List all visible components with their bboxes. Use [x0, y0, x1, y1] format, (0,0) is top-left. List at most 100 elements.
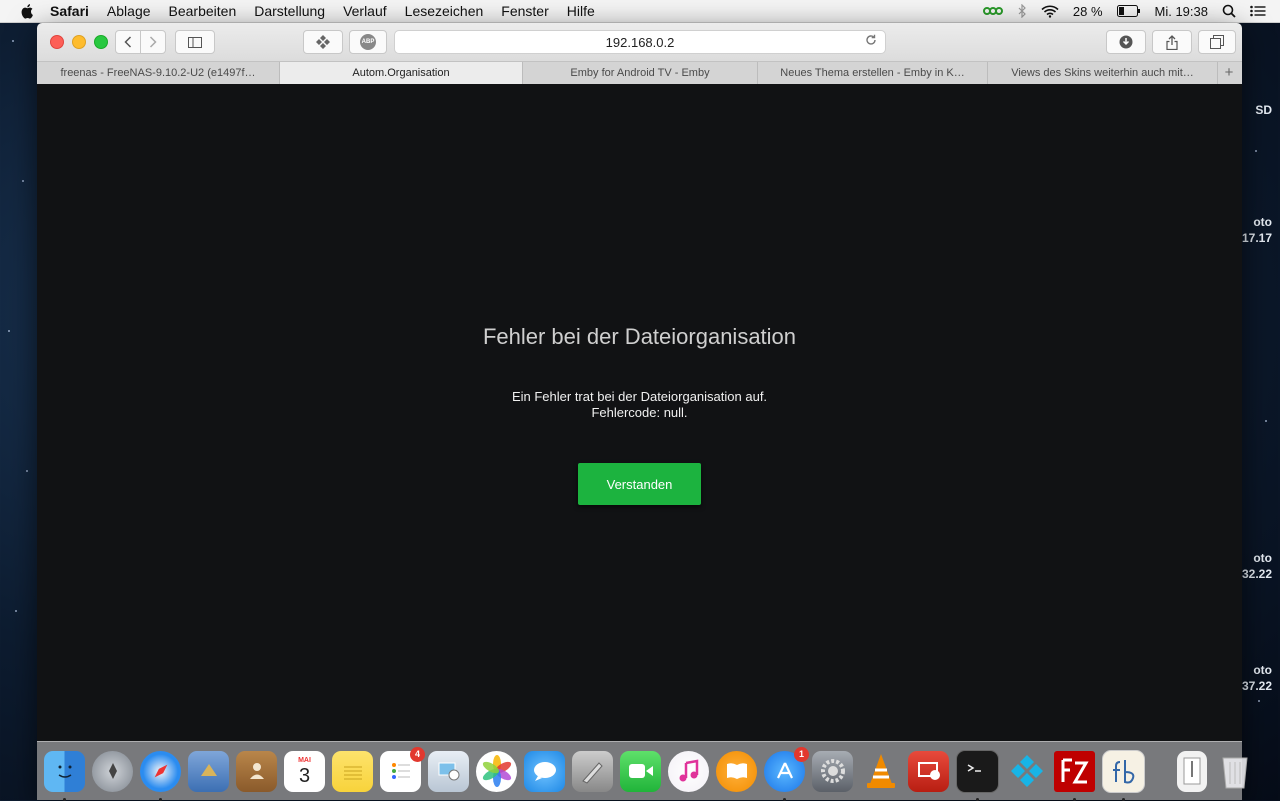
dialog-message: Ein Fehler trat bei der Dateiorganisatio…: [37, 389, 1242, 421]
desktop-item-label-line: 32.22: [1241, 567, 1272, 581]
address-bar-url: 192.168.0.2: [605, 34, 675, 50]
messages-icon[interactable]: [524, 750, 565, 792]
filezilla-icon[interactable]: [1054, 750, 1095, 801]
calendar-day: 3: [298, 764, 311, 787]
fz-logo-icon: [1061, 758, 1089, 784]
adblock-extension-button[interactable]: ABP: [349, 30, 387, 54]
tab-emby-android-tv[interactable]: Emby for Android TV - Emby: [523, 62, 758, 84]
desktop-item-label-line: oto: [1253, 551, 1272, 565]
notes-icon[interactable]: [332, 750, 373, 792]
prompt-icon: [967, 764, 981, 772]
fb-app-icon[interactable]: [1102, 749, 1145, 801]
menu-fenster[interactable]: Fenster: [501, 3, 548, 19]
safari-dock-icon[interactable]: [140, 750, 181, 801]
utility-app-icon[interactable]: [572, 750, 613, 792]
photos-stack-icon: [438, 762, 459, 781]
trash-can-icon: [1221, 757, 1248, 789]
spotlight-icon[interactable]: [1222, 4, 1236, 18]
desktop-item-label: oto 32.22: [1242, 550, 1272, 582]
launchpad-icon[interactable]: [92, 750, 133, 792]
notification-center-icon[interactable]: [1250, 5, 1266, 17]
tab-views-des-skins[interactable]: Views des Skins weiterhin auch mit…: [988, 62, 1218, 84]
preview-icon[interactable]: [428, 750, 469, 792]
kodi-icon: [316, 35, 330, 49]
chevron-left-icon: [124, 36, 132, 48]
new-tab-button[interactable]: +: [1218, 62, 1240, 84]
confirm-button[interactable]: Verstanden: [578, 463, 701, 505]
sidebar-toggle-button[interactable]: [175, 30, 215, 54]
running-indicator: [159, 797, 162, 801]
system-preferences-icon[interactable]: [812, 750, 853, 792]
minimize-window-button[interactable]: [72, 35, 86, 49]
menubar: Safari Ablage Bearbeiten Darstellung Ver…: [0, 0, 1280, 23]
stamp-icon: [200, 764, 217, 776]
flower-icon: [482, 755, 511, 787]
facetime-icon[interactable]: [620, 750, 661, 792]
photos-icon[interactable]: [476, 750, 517, 792]
kodi-dock-icon[interactable]: [1006, 751, 1047, 792]
chevron-right-icon: [149, 36, 157, 48]
calendar-icon[interactable]: MAI 3: [284, 750, 325, 792]
window-controls: [50, 35, 108, 49]
vlc-icon[interactable]: [860, 751, 901, 792]
battery-icon[interactable]: [1116, 5, 1141, 17]
tab-autom-organisation[interactable]: Autom.Organisation: [280, 62, 523, 84]
wifi-icon[interactable]: [1041, 5, 1059, 18]
document-icon: [1183, 757, 1201, 785]
reload-icon[interactable]: [865, 34, 877, 46]
menu-app-name[interactable]: Safari: [50, 3, 89, 19]
gear-icon: [820, 759, 845, 783]
forward-button[interactable]: [140, 30, 166, 54]
address-bar[interactable]: 192.168.0.2: [394, 30, 886, 54]
share-button[interactable]: [1152, 30, 1192, 54]
app-store-icon[interactable]: 1: [764, 746, 809, 801]
bluetooth-icon[interactable]: [1017, 4, 1027, 18]
traffic-cone-icon: [866, 754, 895, 788]
tab-overview-button[interactable]: [1198, 30, 1236, 54]
close-window-button[interactable]: [50, 35, 64, 49]
back-button[interactable]: [115, 30, 141, 54]
tab-freenas[interactable]: freenas - FreeNAS-9.10.2-U2 (e1497f…: [37, 62, 280, 84]
app-store-badge: 1: [794, 746, 809, 762]
dialog-error-code: Fehlercode: null.: [591, 405, 688, 420]
compass-icon: [154, 764, 167, 778]
running-indicator: [1122, 797, 1125, 801]
running-indicator: [976, 797, 979, 801]
desktop-item-label: oto 37.22: [1242, 662, 1272, 694]
status-link-icon[interactable]: [982, 5, 1003, 17]
contacts-icon[interactable]: [236, 750, 277, 792]
trash-icon[interactable]: [1214, 751, 1255, 792]
downloads-stack-icon[interactable]: [1177, 750, 1207, 792]
desktop-item-label-line: oto: [1253, 663, 1272, 677]
menu-bearbeiten[interactable]: Bearbeiten: [169, 3, 237, 19]
sidebar-icon: [188, 36, 202, 48]
reminders-icon[interactable]: 4: [380, 746, 425, 792]
menu-lesezeichen[interactable]: Lesezeichen: [405, 3, 484, 19]
page-content: Fehler bei der Dateiorganisation Ein Feh…: [37, 84, 1242, 800]
mail-bird-icon[interactable]: [188, 750, 229, 792]
remote-screen-icon: [917, 762, 940, 780]
finder-icon[interactable]: [44, 750, 85, 801]
menu-hilfe[interactable]: Hilfe: [567, 3, 595, 19]
tab-neues-thema[interactable]: Neues Thema erstellen - Emby in K…: [758, 62, 988, 84]
zoom-window-button[interactable]: [94, 35, 108, 49]
apple-icon[interactable]: [20, 3, 36, 19]
person-icon: [249, 763, 264, 779]
menubar-clock[interactable]: Mi. 19:38: [1155, 4, 1208, 19]
kodi-logo-icon: [1010, 755, 1043, 787]
battery-percent[interactable]: 28 %: [1073, 4, 1103, 19]
terminal-icon[interactable]: [956, 749, 999, 801]
safari-toolbar: ABP 192.168.0.2: [37, 23, 1242, 61]
adblock-icon: ABP: [360, 34, 376, 50]
screen-sharing-icon[interactable]: [908, 750, 949, 792]
ibooks-icon[interactable]: [716, 750, 757, 792]
dialog-message-line: Ein Fehler trat bei der Dateiorganisatio…: [511, 389, 768, 404]
menu-verlauf[interactable]: Verlauf: [343, 3, 387, 19]
desktop-item-label: oto 17.17: [1242, 214, 1272, 246]
menu-ablage[interactable]: Ablage: [107, 3, 151, 19]
desktop-item-label: SD: [1255, 103, 1272, 117]
itunes-icon[interactable]: [668, 750, 709, 792]
menu-darstellung[interactable]: Darstellung: [254, 3, 325, 19]
downloads-button[interactable]: [1106, 30, 1146, 54]
kodi-extension-button[interactable]: [303, 30, 343, 54]
